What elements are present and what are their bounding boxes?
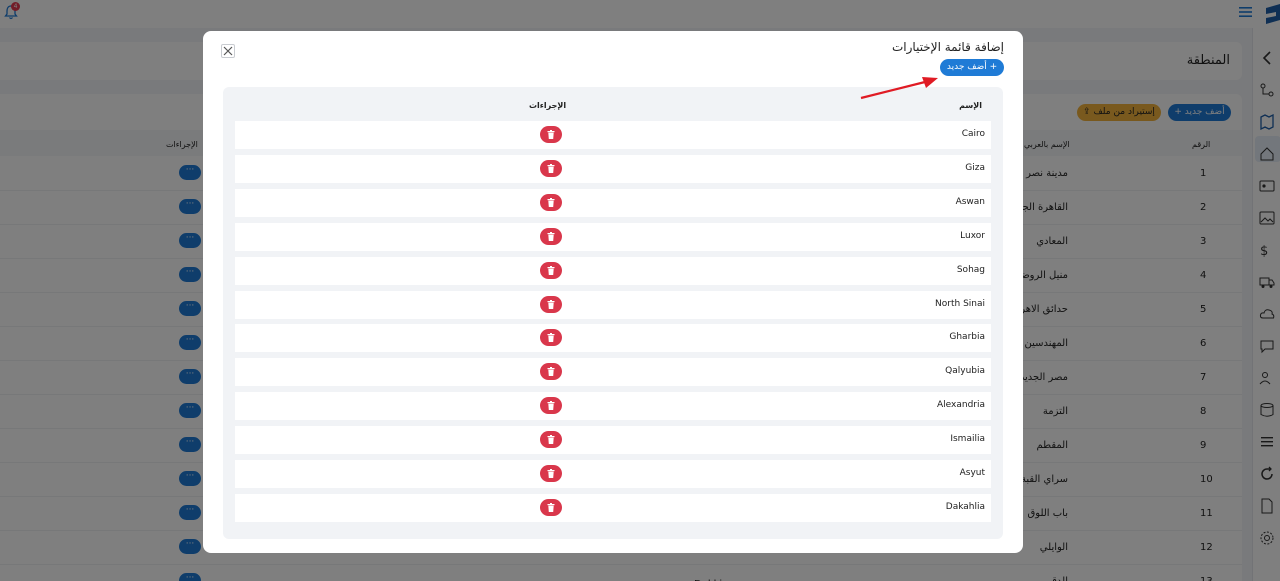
delete-option-button[interactable]	[540, 498, 562, 516]
add-option-button[interactable]: + أضف جديد	[940, 59, 1004, 76]
option-name: Qalyubia	[945, 366, 985, 377]
close-button[interactable]	[221, 44, 235, 58]
option-row: Aswan	[235, 188, 991, 217]
option-row: Ismailia	[235, 426, 991, 455]
option-row: Cairo	[235, 121, 991, 149]
option-row: Dakahlia	[235, 493, 991, 522]
delete-option-button[interactable]	[540, 431, 562, 449]
option-row: Qalyubia	[235, 358, 991, 387]
option-row: Alexandria	[235, 392, 991, 421]
trash-icon	[547, 163, 555, 173]
delete-option-button[interactable]	[540, 227, 562, 245]
trash-icon	[547, 130, 555, 139]
option-name: Luxor	[960, 230, 985, 241]
trash-icon	[547, 265, 555, 275]
option-name: Asyut	[959, 468, 985, 478]
trash-icon	[547, 299, 555, 309]
option-name: Alexandria	[936, 400, 985, 411]
delete-option-button[interactable]	[540, 193, 562, 211]
delete-option-button[interactable]	[540, 465, 562, 482]
trash-icon	[547, 502, 555, 512]
option-row: Luxor	[235, 222, 991, 251]
delete-option-button[interactable]	[540, 126, 562, 143]
option-row: Giza	[235, 154, 991, 183]
delete-option-button[interactable]	[540, 295, 562, 313]
option-row: North Sinai	[235, 290, 991, 319]
option-name: Dakahlia	[945, 501, 985, 512]
trash-icon	[547, 367, 555, 377]
delete-option-button[interactable]	[540, 159, 562, 177]
trash-icon	[547, 401, 555, 411]
trash-icon	[547, 469, 555, 478]
options-table: الإسم الإجراءات Cairo Giza Aswan Luxor Sohag…	[223, 87, 1003, 539]
trash-icon	[547, 333, 555, 343]
option-name: North Sinai	[935, 298, 985, 309]
close-icon	[223, 46, 233, 56]
option-name: Sohag	[956, 264, 985, 275]
delete-option-button[interactable]	[540, 397, 562, 415]
trash-icon	[547, 197, 555, 207]
option-name: Cairo	[961, 129, 985, 139]
modal-title: إضافة قائمة الإختيارات	[891, 40, 1004, 54]
trash-icon	[547, 231, 555, 241]
delete-option-button[interactable]	[540, 363, 562, 381]
option-row: Gharbia	[235, 324, 991, 353]
option-row: Asyut	[235, 460, 991, 488]
options-list-modal: إضافة قائمة الإختيارات + أضف جديد الإسم …	[203, 31, 1023, 553]
option-name: Aswan	[955, 196, 985, 207]
delete-option-button[interactable]	[540, 261, 562, 279]
option-name: Gharbia	[949, 332, 985, 343]
column-header-actions: الإجراءات	[529, 101, 567, 110]
trash-icon	[547, 435, 555, 445]
delete-option-button[interactable]	[540, 329, 562, 347]
column-header-name: الإسم	[959, 101, 982, 110]
option-name: Ismailia	[950, 434, 985, 445]
option-name: Giza	[965, 162, 985, 173]
option-row: Sohag	[235, 256, 991, 285]
